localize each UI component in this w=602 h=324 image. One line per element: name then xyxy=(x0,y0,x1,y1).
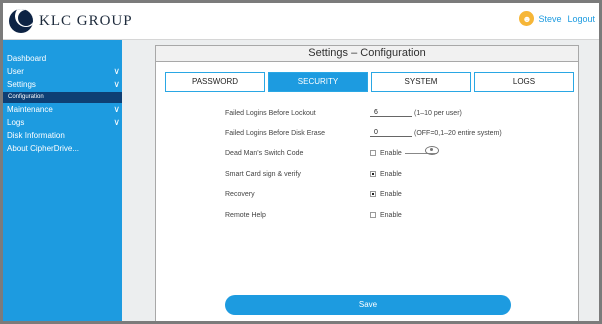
logout-link[interactable]: Logout xyxy=(567,14,595,24)
sidebar-item-maintenance[interactable]: Maintenance ∨ xyxy=(3,103,122,116)
settings-tabs: PASSWORD SECURITY SYSTEM LOGS xyxy=(165,72,577,92)
sidebar: Dashboard User ∨ Settings ∨ Configuratio… xyxy=(3,40,122,321)
sidebar-item-disk-information[interactable]: Disk Information xyxy=(3,129,122,142)
avatar[interactable]: ☻ xyxy=(519,11,535,26)
eye-icon[interactable] xyxy=(424,145,439,155)
tab-system[interactable]: SYSTEM xyxy=(371,72,471,92)
checkbox-label: Enable xyxy=(380,190,402,198)
sidebar-item-label: Maintenance xyxy=(7,105,53,114)
chevron-down-icon: ∨ xyxy=(113,79,120,89)
row-recovery: Recovery Enable xyxy=(225,188,402,200)
field-label: Recovery xyxy=(225,190,255,198)
tab-password[interactable]: PASSWORD xyxy=(165,72,265,92)
chevron-down-icon: ∨ xyxy=(113,104,120,114)
sidebar-item-about[interactable]: About CipherDrive... xyxy=(3,142,122,155)
sidebar-item-label: About CipherDrive... xyxy=(7,144,80,153)
row-failed-logins-erase: Failed Logins Before Disk Erase 0 (OFF=0… xyxy=(225,127,502,139)
row-smart-card: Smart Card sign & verify Enable xyxy=(225,168,402,180)
tab-security[interactable]: SECURITY xyxy=(268,72,368,92)
chevron-down-icon: ∨ xyxy=(113,117,120,127)
user-name[interactable]: Steve xyxy=(538,14,561,24)
company-logo: KLC GROUP xyxy=(9,9,133,33)
main-content: Settings – Configuration PASSWORD SECURI… xyxy=(122,40,599,321)
page-title: Settings – Configuration xyxy=(156,46,578,62)
logo-text: KLC GROUP xyxy=(39,12,133,29)
field-label: Smart Card sign & verify xyxy=(225,170,301,178)
sidebar-item-user[interactable]: User ∨ xyxy=(3,65,122,78)
sidebar-item-configuration[interactable]: Configuration xyxy=(3,92,122,103)
field-label: Dead Man's Switch Code xyxy=(225,149,304,157)
sidebar-item-dashboard[interactable]: Dashboard xyxy=(3,52,122,65)
chevron-down-icon: ∨ xyxy=(113,66,120,76)
top-header: KLC GROUP ☻ Steve Logout xyxy=(3,3,599,40)
sidebar-item-label: Dashboard xyxy=(7,54,47,63)
failed-logins-erase-input[interactable]: 0 xyxy=(370,129,412,137)
sidebar-item-label: Disk Information xyxy=(7,131,65,140)
field-hint: (1–10 per user) xyxy=(414,109,462,117)
sidebar-item-settings[interactable]: Settings ∨ xyxy=(3,78,122,91)
sidebar-item-label: Settings xyxy=(7,80,36,89)
row-remote-help: Remote Help Enable xyxy=(225,209,402,221)
logo-mark-icon xyxy=(9,9,33,33)
remote-help-checkbox[interactable] xyxy=(370,212,376,218)
app-frame: KLC GROUP ☻ Steve Logout Dashboard User … xyxy=(3,3,599,321)
checkbox-label: Enable xyxy=(380,211,402,219)
field-label: Remote Help xyxy=(225,211,266,219)
user-area: ☻ Steve Logout xyxy=(519,11,595,26)
row-dead-mans-switch: Dead Man's Switch Code Enable xyxy=(225,145,439,159)
sidebar-item-label: User xyxy=(7,67,24,76)
sidebar-item-label: Configuration xyxy=(8,94,44,100)
smart-card-checkbox[interactable] xyxy=(370,171,376,177)
field-label: Failed Logins Before Lockout xyxy=(225,109,316,117)
row-failed-logins-lockout: Failed Logins Before Lockout 6 (1–10 per… xyxy=(225,107,462,119)
save-button[interactable]: Save xyxy=(225,295,511,315)
sidebar-item-label: Logs xyxy=(7,118,25,127)
sidebar-item-logs[interactable]: Logs ∨ xyxy=(3,116,122,129)
field-hint: (OFF=0,1–20 entire system) xyxy=(414,129,502,137)
recovery-checkbox[interactable] xyxy=(370,191,376,197)
tab-logs[interactable]: LOGS xyxy=(474,72,574,92)
settings-panel: Settings – Configuration PASSWORD SECURI… xyxy=(155,45,579,321)
checkbox-label: Enable xyxy=(380,170,402,178)
checkbox-label: Enable xyxy=(380,149,402,157)
field-label: Failed Logins Before Disk Erase xyxy=(225,129,325,137)
dead-mans-switch-checkbox[interactable] xyxy=(370,150,376,156)
failed-logins-lockout-input[interactable]: 6 xyxy=(370,109,412,117)
